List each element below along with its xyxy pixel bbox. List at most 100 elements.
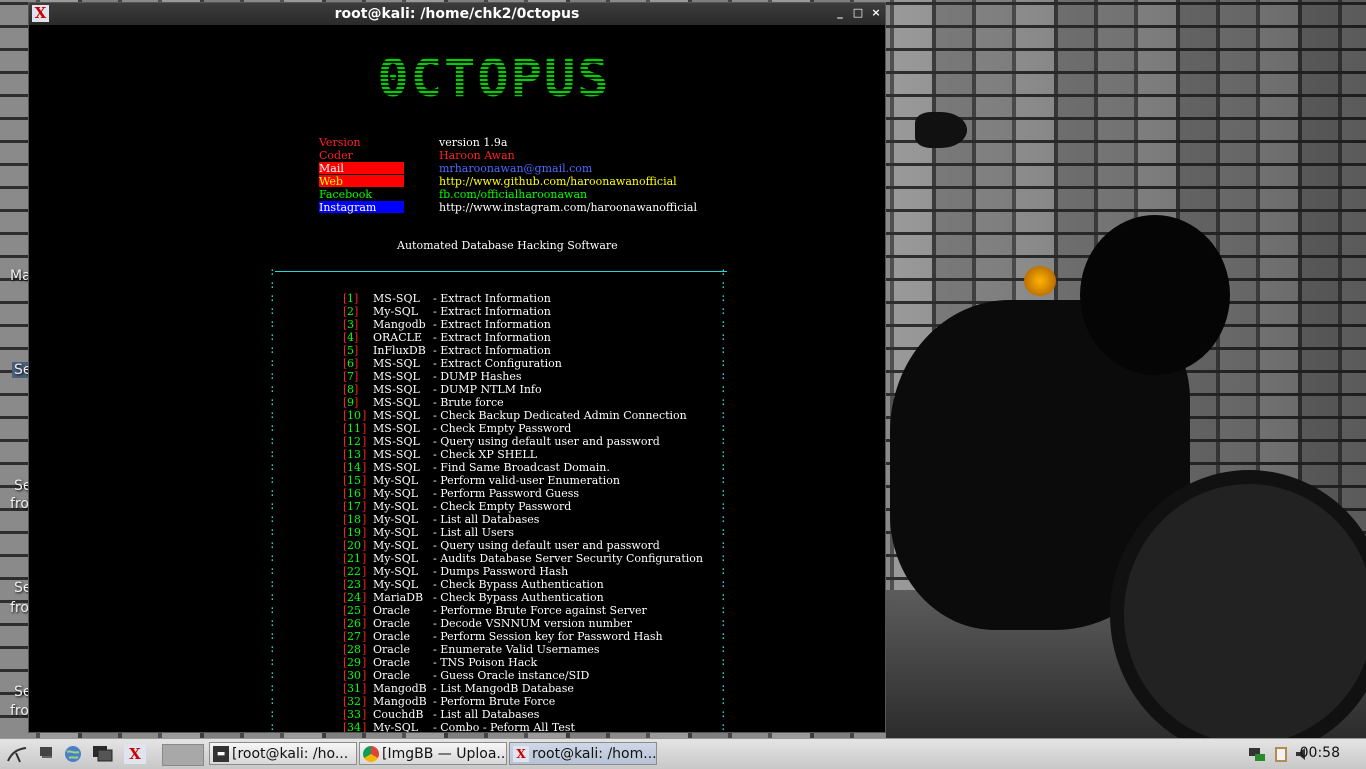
menu-item-bracket: ] <box>362 526 367 539</box>
workspace-switcher[interactable] <box>162 744 204 766</box>
menu-item-number: 5 <box>347 344 354 357</box>
info-value-coder: Haroon Awan <box>439 149 515 162</box>
taskbar-task-terminal[interactable]: ▬ [root@kali: /ho... <box>209 742 357 765</box>
menu-item-number: 21 <box>347 552 361 565</box>
menu-item-db: My-SQL <box>373 552 419 565</box>
desktop-icon-label[interactable]: fro <box>10 600 29 616</box>
menu-item-action: - Query using default user and password <box>433 539 660 552</box>
menu-item-bracket: ] <box>362 435 367 448</box>
menu-item-db: My-SQL <box>373 513 419 526</box>
menu-item: [5] InFluxDB - Extract Information <box>29 344 885 357</box>
menu-item-action: - DUMP NTLM Info <box>433 383 542 396</box>
menu-item-bracket: ] <box>362 539 367 552</box>
menu-item-bracket: ] <box>362 448 367 461</box>
menu-item-action: - Extract Configuration <box>433 357 562 370</box>
terminal-content[interactable]: 0CTOPUS Version version 1.9a Coder Haroon A… <box>29 25 885 732</box>
menu-item: [4] ORACLE - Extract Information <box>29 331 885 344</box>
network-globe-icon[interactable] <box>62 744 84 764</box>
desktop-icon-label[interactable]: fro <box>10 703 29 719</box>
menu-item-action: - Extract Information <box>433 292 551 305</box>
menu-item-number: 6 <box>347 357 354 370</box>
menu-item-action: - Performe Brute Force against Server <box>433 604 647 617</box>
menu-item-number: 22 <box>347 565 361 578</box>
menu-item-action: - Check Empty Password <box>433 500 572 513</box>
menu-item: [27] Oracle - Perform Session key for Pass… <box>29 630 885 643</box>
clipboard-icon[interactable] <box>1270 744 1292 764</box>
menu-item: [22] My-SQL - Dumps Password Hash <box>29 565 885 578</box>
minimize-button[interactable]: _ <box>833 6 847 20</box>
info-label-version: Version <box>319 136 361 149</box>
banner-text: 0CTOPUS <box>369 49 619 109</box>
menu-item: [8] MS-SQL - DUMP NTLM Info <box>29 383 885 396</box>
menu-item-bracket: ] <box>362 695 367 708</box>
menu-item-number: 31 <box>347 682 361 695</box>
task-label: root@kali: /hom... <box>532 746 657 762</box>
menu-item-bracket: ] <box>354 357 359 370</box>
terminal-icon: ▬ <box>213 746 229 762</box>
menu-item-action: - Guess Oracle instance/SID <box>433 669 590 682</box>
menu-item-bracket: ] <box>362 500 367 513</box>
task-label: [ImgBB — Uploa... <box>382 746 507 762</box>
menu-item-db: ORACLE <box>373 331 422 344</box>
desktop-icon-label[interactable]: fro <box>10 496 29 512</box>
menu-item-number: 15 <box>347 474 361 487</box>
clock[interactable]: 00:58 <box>1300 745 1340 761</box>
menu-item-action: - List all Databases <box>433 708 540 721</box>
menu-item-bracket: ] <box>354 318 359 331</box>
menu-item-bracket: ] <box>354 396 359 409</box>
info-label-instagram: Instagram <box>319 201 404 214</box>
menu-item: [29] Oracle - TNS Poison Hack <box>29 656 885 669</box>
menu-item: [14] MS-SQL - Find Same Broadcast Domain. <box>29 461 885 474</box>
menu-item-bracket: ] <box>362 474 367 487</box>
menu-item-bracket: ] <box>354 305 359 318</box>
menu-item-bracket: ] <box>362 630 367 643</box>
menu-item-db: MS-SQL <box>373 383 420 396</box>
menu-item: [1] MS-SQL - Extract Information <box>29 292 885 305</box>
terminal-window[interactable]: X root@kali: /home/chk2/0ctopus _ □ × 0C… <box>28 2 886 733</box>
menu-item-bracket: ] <box>362 487 367 500</box>
menu-item-number: 8 <box>347 383 354 396</box>
menu-item-number: 33 <box>347 708 361 721</box>
menu-item-number: 23 <box>347 578 361 591</box>
menu-item-bracket: ] <box>362 513 367 526</box>
close-button[interactable]: × <box>869 6 883 20</box>
menu-item-db: MS-SQL <box>373 409 420 422</box>
menu-item-db: MS-SQL <box>373 292 420 305</box>
menu-item: [9] MS-SQL - Brute force <box>29 396 885 409</box>
menu-item-bracket: ] <box>362 721 367 732</box>
menu-item-action: - DUMP Hashes <box>433 370 522 383</box>
menu-item: [17] My-SQL - Check Empty Password <box>29 500 885 513</box>
menu-item-number: 7 <box>347 370 354 383</box>
menu-item-db: CouchdB <box>373 708 424 721</box>
menu-item-action: - Decode VSNNUM version number <box>433 617 632 630</box>
maximize-button[interactable]: □ <box>851 6 865 20</box>
menu-item-db: MS-SQL <box>373 422 420 435</box>
menu-item-db: Oracle <box>373 643 411 656</box>
taskbar-task-browser[interactable]: [ImgBB — Uploa... <box>359 742 507 765</box>
menu-item-number: 12 <box>347 435 361 448</box>
menu-item: [6] MS-SQL - Extract Configuration <box>29 357 885 370</box>
menu-item: [33] CouchdB - List all Databases <box>29 708 885 721</box>
menu-item-action: - List MangodB Database <box>433 682 574 695</box>
menu-item-bracket: ] <box>362 604 367 617</box>
menu-item: [16] My-SQL - Perform Password Guess <box>29 487 885 500</box>
file-manager-icon[interactable] <box>92 744 114 764</box>
menu-item-action: - Enumerate Valid Usernames <box>433 643 600 656</box>
menu-item: [3] Mangodb - Extract Information <box>29 318 885 331</box>
menu-item-action: - Check XP SHELL <box>433 448 538 461</box>
menu-item-bracket: ] <box>362 682 367 695</box>
network-connection-icon[interactable] <box>1246 744 1268 764</box>
motorcycle-turn-signal <box>1024 266 1056 296</box>
window-titlebar[interactable]: X root@kali: /home/chk2/0ctopus _ □ × <box>29 3 885 25</box>
menu-item-number: 9 <box>347 396 354 409</box>
kali-menu-icon[interactable] <box>6 744 28 764</box>
menu-item-number: 10 <box>347 409 361 422</box>
kali-x-icon[interactable]: X <box>124 744 146 764</box>
info-label-mail: Mail <box>319 162 404 175</box>
show-desktop-icon[interactable] <box>36 744 58 764</box>
menu-item-action: - Perform Session key for Password Hash <box>433 630 663 643</box>
menu-item: [25] Oracle - Performe Brute Force against… <box>29 604 885 617</box>
menu-item-number: 19 <box>347 526 361 539</box>
menu-item-action: - Extract Information <box>433 318 551 331</box>
taskbar-task-octopus[interactable]: X root@kali: /hom... <box>509 742 657 765</box>
